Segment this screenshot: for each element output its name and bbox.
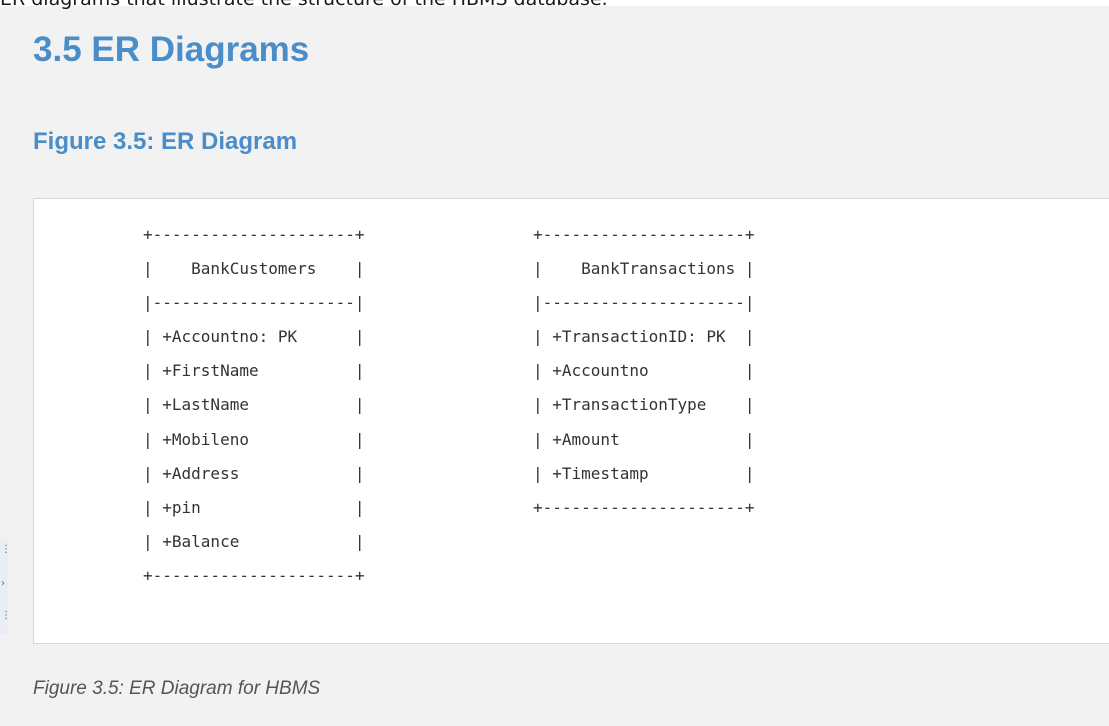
figure-heading: Figure 3.5: ER Diagram bbox=[33, 128, 298, 155]
diagram-line: +---------------------+ bbox=[143, 565, 365, 585]
code-block: +---------------------+ | BankCustomers |… bbox=[33, 198, 1109, 644]
diagram-line: +---------------------+ bbox=[143, 225, 365, 244]
diagram-line: +---------------------+ bbox=[533, 497, 755, 517]
figure-caption: Figure 3.5: ER Diagram for HBMS bbox=[33, 678, 321, 699]
diagram-line: | +TransactionType | bbox=[533, 395, 755, 415]
diagram-line: +---------------------+ bbox=[533, 225, 755, 244]
diagram-line: | +LastName | bbox=[143, 395, 365, 415]
diagram-line: | +Timestamp | bbox=[533, 463, 755, 483]
diagram-line: | +Amount | bbox=[533, 429, 755, 449]
diagram-line: | +FirstName | bbox=[143, 361, 365, 381]
more-icon[interactable]: ⋮ bbox=[1, 610, 11, 621]
section-heading: 3.5 ER Diagrams bbox=[33, 30, 310, 69]
diagram-line: | BankTransactions | bbox=[533, 259, 755, 279]
diagram-line: | +TransactionID: PK | bbox=[533, 327, 755, 347]
diagram-line: |---------------------| bbox=[143, 293, 365, 313]
more-icon[interactable]: ⋮ bbox=[1, 544, 11, 555]
diagram-line: | +Accountno | bbox=[533, 361, 755, 381]
arrow-right-icon[interactable]: › bbox=[1, 578, 5, 589]
intro-text: ER diagrams that illustrate the structur… bbox=[0, 0, 608, 10]
diagram-line: |---------------------| bbox=[533, 293, 755, 313]
diagram-line: | BankCustomers | bbox=[143, 259, 365, 279]
diagram-line: | +Mobileno | bbox=[143, 429, 365, 449]
diagram-line: | +Accountno: PK | bbox=[143, 327, 365, 347]
diagram-line: | +Address | bbox=[143, 463, 365, 483]
bank-customers-table: +---------------------+ | BankCustomers |… bbox=[143, 218, 365, 593]
diagram-line: | +pin | bbox=[143, 497, 365, 517]
bank-transactions-table: +---------------------+ | BankTransaction… bbox=[533, 218, 755, 525]
side-toolbar[interactable]: ⋮ › ⋮ bbox=[0, 538, 11, 634]
diagram-line: | +Balance | bbox=[143, 531, 365, 551]
